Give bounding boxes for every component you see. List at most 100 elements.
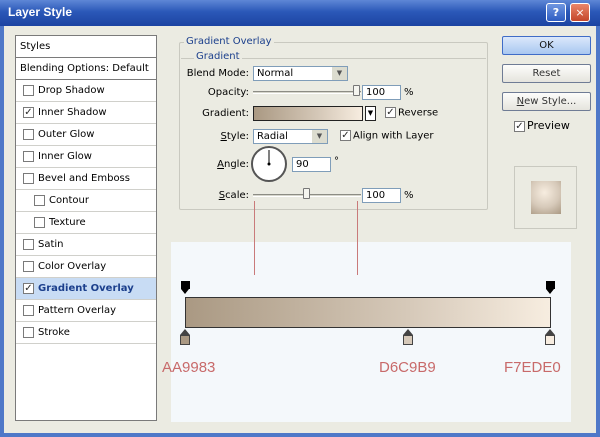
style-item-texture[interactable]: Texture [16, 212, 156, 234]
window-title: Layer Style [8, 5, 73, 19]
style-item-label: Satin [38, 239, 64, 250]
color-stop-3[interactable] [545, 329, 555, 346]
style-select[interactable]: Radial ▼ [253, 129, 328, 144]
preview-swatch [531, 181, 561, 214]
align-checkbox-box[interactable]: ✓ [340, 130, 351, 141]
color-stop-2[interactable] [402, 329, 413, 346]
style-item-stroke[interactable]: Stroke [16, 322, 156, 344]
guide-line-right [357, 201, 358, 275]
scale-label: Scale: [218, 190, 249, 201]
style-item-checkbox[interactable] [23, 327, 34, 338]
align-label: Align with Layer [353, 130, 434, 142]
style-item-label: Color Overlay [38, 261, 107, 272]
help-button[interactable]: ? [546, 3, 566, 22]
style-item-color-overlay[interactable]: Color Overlay [16, 256, 156, 278]
gradient-editor-area [171, 242, 571, 422]
scale-unit: % [404, 190, 414, 201]
opacity-stop-1[interactable] [180, 281, 190, 296]
gradient-bar[interactable] [185, 297, 551, 328]
style-item-checkbox[interactable] [23, 129, 34, 140]
style-item-checkbox[interactable] [23, 305, 34, 316]
angle-value: 90 [296, 159, 309, 170]
guide-line-left [254, 201, 255, 275]
style-item-satin[interactable]: Satin [16, 234, 156, 256]
style-item-checkbox[interactable] [34, 195, 45, 206]
stop-hex-label: AA9983 [162, 359, 216, 376]
angle-dial[interactable] [251, 146, 287, 182]
style-item-label: Inner Glow [38, 151, 92, 162]
angle-unit: ° [334, 156, 339, 167]
style-value: Radial [257, 131, 288, 142]
close-button[interactable]: × [570, 3, 590, 22]
chevron-down-icon: ▼ [312, 130, 327, 143]
styles-list: Styles Blending Options: Default Drop Sh… [15, 35, 157, 421]
layer-style-window: Layer Style ? × Styles Blending Options:… [0, 0, 600, 437]
style-label: Style: [220, 131, 250, 142]
stop-hex-label: D6C9B9 [379, 359, 436, 376]
style-item-checkbox[interactable] [23, 173, 34, 184]
angle-input[interactable]: 90 [292, 157, 331, 172]
opacity-value: 100 [366, 87, 386, 98]
style-item-checkbox[interactable] [34, 217, 45, 228]
style-item-label: Gradient Overlay [38, 283, 134, 294]
opacity-input[interactable]: 100 [362, 85, 401, 100]
style-item-label: Inner Shadow [38, 107, 107, 118]
group-title: Gradient Overlay [184, 36, 274, 47]
align-with-layer-checkbox[interactable]: ✓ Align with Layer [340, 130, 434, 142]
angle-needle-icon [267, 150, 271, 166]
preview-checkbox[interactable]: ✓ Preview [514, 119, 570, 132]
style-item-checkbox[interactable] [23, 239, 34, 250]
blend-mode-value: Normal [257, 68, 294, 79]
chevron-down-icon: ▼ [332, 67, 347, 80]
title-bar[interactable]: Layer Style ? × [0, 0, 600, 26]
preview-checkbox-box[interactable]: ✓ [514, 120, 525, 132]
blend-mode-label: Blend Mode: [186, 68, 249, 79]
opacity-unit: % [404, 87, 414, 98]
opacity-label: Opacity: [207, 87, 249, 98]
blending-options-item[interactable]: Blending Options: Default [16, 58, 156, 80]
reverse-label: Reverse [398, 107, 439, 119]
scale-input[interactable]: 100 [362, 188, 401, 203]
ok-button[interactable]: OK [502, 36, 591, 55]
scale-slider-thumb[interactable] [303, 188, 310, 199]
style-item-label: Stroke [38, 327, 70, 338]
style-item-checkbox[interactable] [23, 151, 34, 162]
style-item-checkbox[interactable]: ✓ [23, 107, 34, 118]
opacity-slider[interactable] [253, 91, 361, 94]
gradient-dropdown-button[interactable]: ▼ [365, 106, 376, 121]
style-item-checkbox[interactable]: ✓ [23, 283, 34, 294]
stop-hex-label: F7EDE0 [504, 359, 561, 376]
style-item-inner-glow[interactable]: Inner Glow [16, 146, 156, 168]
style-item-label: Texture [49, 217, 86, 228]
style-item-label: Pattern Overlay [38, 305, 117, 316]
style-item-pattern-overlay[interactable]: Pattern Overlay [16, 300, 156, 322]
angle-label: Angle: [217, 159, 249, 170]
styles-header[interactable]: Styles [16, 36, 156, 58]
color-stop-1[interactable] [180, 329, 190, 346]
style-item-label: Contour [49, 195, 89, 206]
reset-button[interactable]: Reset [502, 64, 591, 83]
opacity-slider-thumb[interactable] [353, 85, 360, 96]
style-item-gradient-overlay[interactable]: ✓ Gradient Overlay [16, 278, 156, 300]
reverse-checkbox[interactable]: ✓ Reverse [385, 107, 438, 119]
style-item-label: Bevel and Emboss [38, 173, 130, 184]
scale-value: 100 [366, 190, 386, 201]
style-item-outer-glow[interactable]: Outer Glow [16, 124, 156, 146]
preview-thumbnail [514, 166, 577, 229]
subgroup-title: Gradient [194, 51, 242, 62]
style-item-label: Drop Shadow [38, 85, 105, 96]
gradient-label: Gradient: [202, 108, 249, 119]
style-item-inner-shadow[interactable]: ✓ Inner Shadow [16, 102, 156, 124]
style-item-bevel-and-emboss[interactable]: Bevel and Emboss [16, 168, 156, 190]
style-item-contour[interactable]: Contour [16, 190, 156, 212]
style-item-drop-shadow[interactable]: Drop Shadow [16, 80, 156, 102]
preview-label: Preview [527, 119, 570, 132]
blend-mode-select[interactable]: Normal ▼ [253, 66, 348, 81]
reverse-checkbox-box[interactable]: ✓ [385, 107, 396, 118]
new-style-button[interactable]: New Style... [502, 92, 591, 111]
style-item-checkbox[interactable] [23, 261, 34, 272]
style-item-label: Outer Glow [38, 129, 95, 140]
style-item-checkbox[interactable] [23, 85, 34, 96]
opacity-stop-2[interactable] [545, 281, 555, 296]
gradient-picker[interactable] [253, 106, 363, 121]
